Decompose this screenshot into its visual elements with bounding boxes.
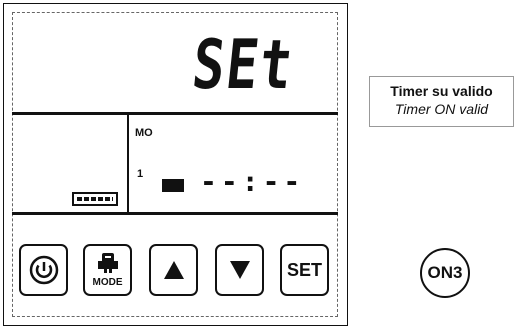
on3-badge: ON3 [420,248,470,298]
controller-panel: SEt MO 1 --:-- MODE SET [3,3,348,326]
triangle-down-icon [229,261,250,279]
mode-indicator-label: MO [135,127,153,139]
triangle-up-icon [163,261,184,279]
divider-bottom [12,212,338,215]
battery-fill [77,197,113,201]
fan-mode-icon [97,253,118,273]
power-icon [29,255,58,285]
set-button-label: SET [286,259,322,280]
timer-note-box: Timer su valido Timer ON valid [369,76,514,127]
note-subtitle: Timer ON valid [394,101,489,117]
main-display-text: SEt [188,26,298,105]
divider-vertical [127,112,129,215]
mode-button-label: MODE [92,277,123,288]
timer-time-readout: --:-- [200,165,305,198]
timer-row-number: 1 [137,168,144,180]
divider-top [12,112,338,115]
mode-button[interactable]: MODE [83,244,132,296]
set-button[interactable]: SET [280,244,329,296]
timer-block-icon [162,179,184,192]
note-title: Timer su valido [390,83,493,99]
battery-icon [72,192,118,206]
down-button[interactable] [215,244,264,296]
up-button[interactable] [149,244,198,296]
power-button[interactable] [19,244,68,296]
